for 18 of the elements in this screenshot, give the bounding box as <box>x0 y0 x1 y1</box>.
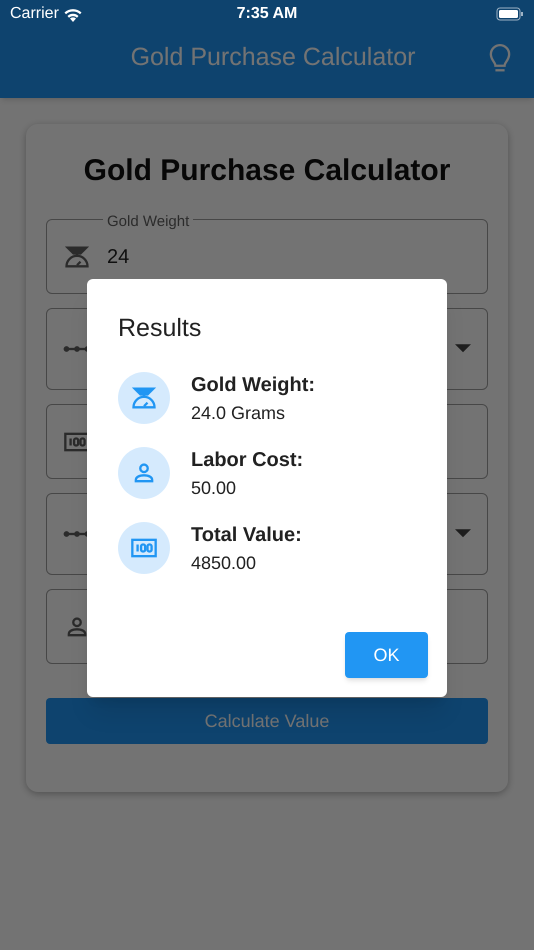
wifi-icon <box>62 6 83 22</box>
ok-button[interactable]: OK <box>345 632 428 678</box>
dialog-title: Results <box>118 313 202 344</box>
card-title: Gold Purchase Calculator <box>82 153 452 189</box>
result-label: Labor Cost: <box>191 448 304 472</box>
app-bar-title: Gold Purchase Calculator <box>130 42 416 72</box>
carrier-text: Carrier <box>10 4 59 24</box>
result-label: Gold Weight: <box>191 372 316 398</box>
dropdown-arrow-icon <box>455 528 471 540</box>
result-label: Total Value: <box>191 522 302 548</box>
calculate-button[interactable]: Calculate Value <box>46 698 488 744</box>
field-value: 24 <box>107 244 130 270</box>
dropdown-arrow-icon <box>455 343 471 355</box>
clock-text: 7:35 AM <box>236 4 298 24</box>
result-value: 50.00 <box>191 476 238 500</box>
battery-icon <box>496 6 524 22</box>
result-value: 4850.00 <box>191 552 258 574</box>
result-value: 24.0 Grams <box>191 402 286 424</box>
